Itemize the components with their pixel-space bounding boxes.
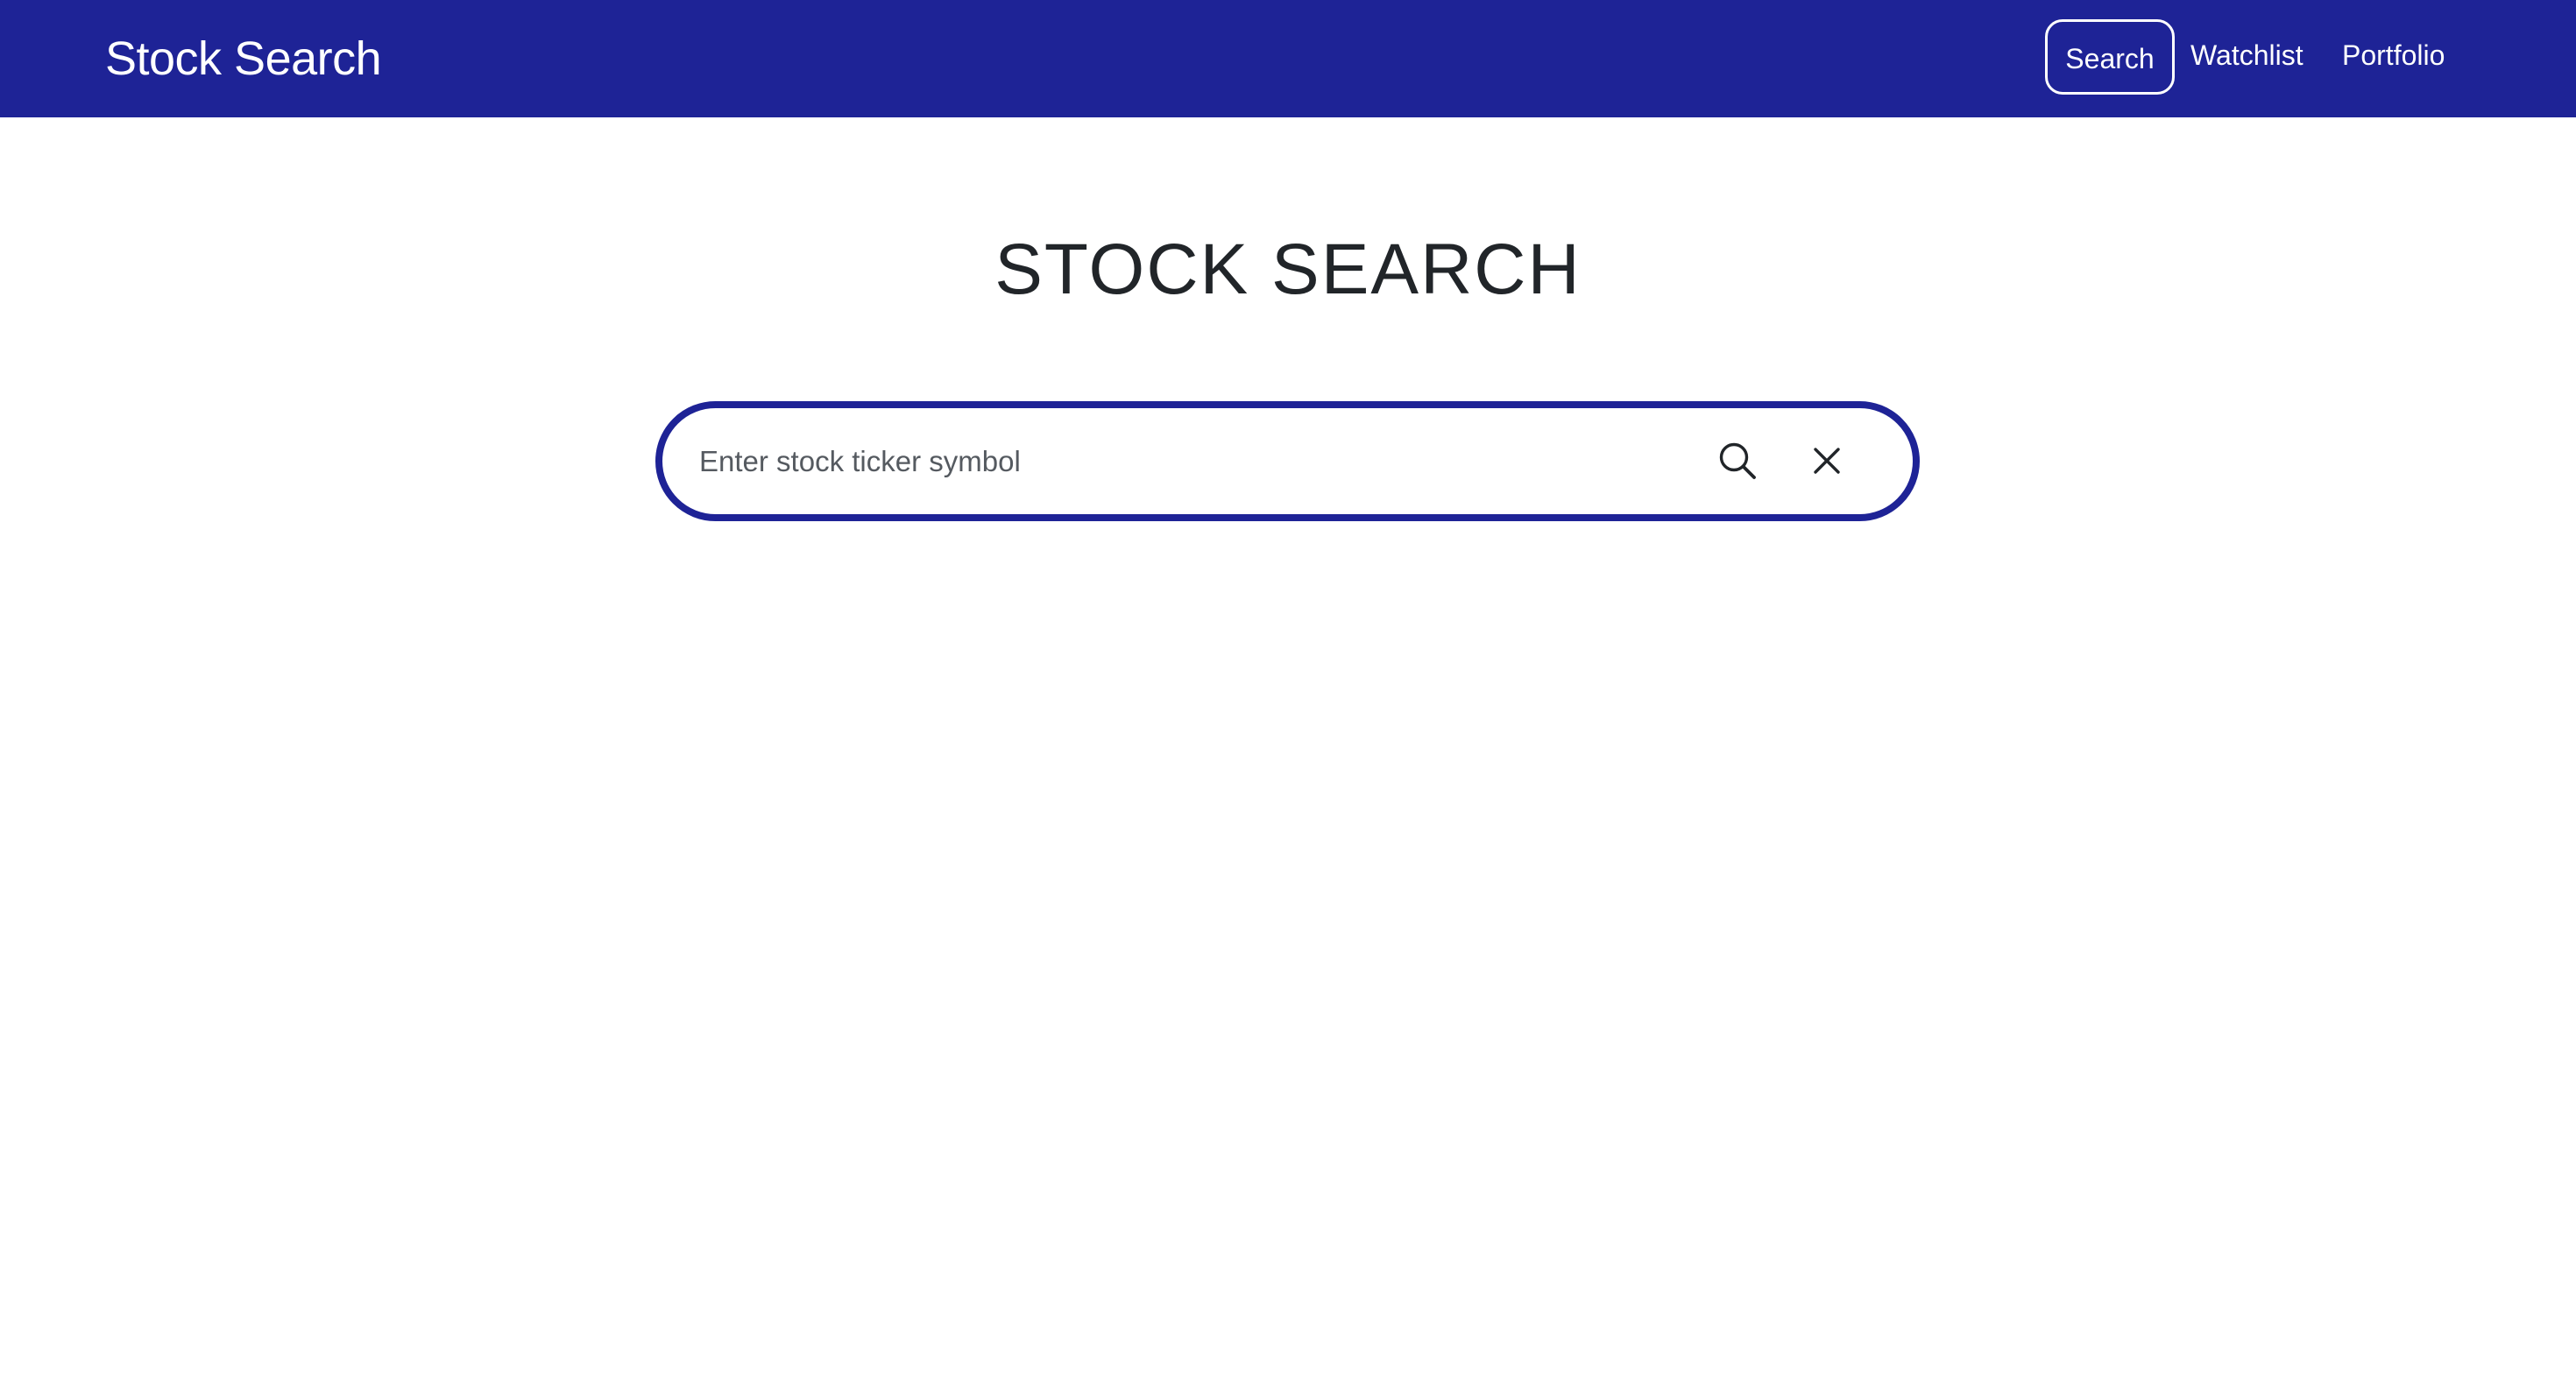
nav-item-search[interactable]: Search <box>2045 19 2175 95</box>
top-navbar: Stock Search Search Watchlist Portfolio <box>0 0 2576 117</box>
close-icon <box>1814 448 1840 474</box>
search-form <box>655 401 1920 521</box>
search-button[interactable] <box>1713 436 1762 485</box>
nav-item-watchlist-label: Watchlist <box>2190 39 2304 71</box>
search-icon <box>1719 442 1756 479</box>
page-title: STOCK SEARCH <box>994 229 1582 309</box>
nav-item-watchlist[interactable]: Watchlist <box>2190 38 2304 73</box>
nav-item-portfolio[interactable]: Portfolio <box>2342 38 2445 73</box>
nav-item-search-label: Search <box>2065 43 2155 74</box>
clear-button[interactable] <box>1802 436 1851 485</box>
ticker-search-input[interactable] <box>699 431 1663 492</box>
nav-item-portfolio-label: Portfolio <box>2342 39 2445 71</box>
brand-link[interactable]: Stock Search <box>105 29 382 88</box>
